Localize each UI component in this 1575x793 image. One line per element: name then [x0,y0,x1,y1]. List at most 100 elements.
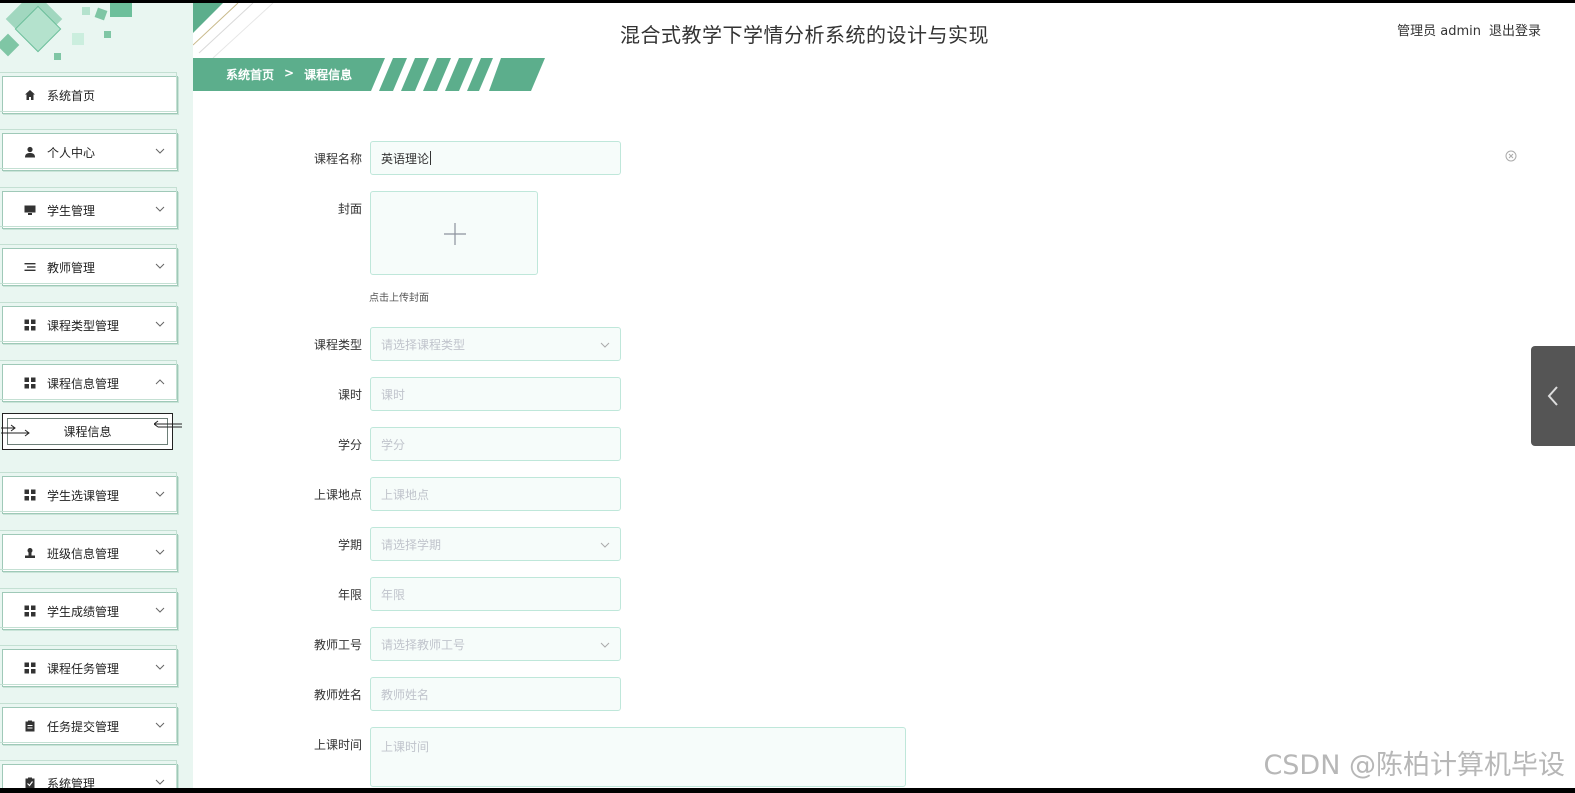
stamp-icon [23,546,37,560]
sidebar-item-label: 系统管理 [47,776,96,789]
sidebar-item-label: 学生选课管理 [47,488,120,503]
course-type-row: 课程类型 请选择课程类型 [300,327,621,361]
years-input[interactable]: 年限 [370,577,621,611]
sidebar-item-label: 学生管理 [47,203,96,218]
breadcrumb-separator: > [284,66,295,80]
plus-icon [444,223,466,245]
course-type-select[interactable]: 请选择课程类型 [370,327,621,361]
hours-label: 课时 [337,388,362,402]
credits-input[interactable]: 学分 [370,427,621,461]
term-placeholder: 请选择学期 [381,537,442,552]
home-icon [23,88,37,102]
sidebar-item-course-types[interactable]: 课程类型管理 [0,302,178,344]
hours-row: 课时 课时 [300,377,621,411]
course-name-row: 课程名称 英语理论 [300,141,621,175]
course-name-label: 课程名称 [313,152,362,166]
arrow-left-icon [154,420,182,428]
course-type-placeholder: 请选择课程类型 [381,337,466,352]
close-circle-icon[interactable] [1505,150,1517,162]
course-name-input[interactable]: 英语理论 [370,141,621,175]
grid-icon [23,318,37,332]
grid-icon [23,661,37,675]
sidebar-item-classes[interactable]: 班级信息管理 [0,530,178,572]
teacher-name-input[interactable]: 教师姓名 [370,677,621,711]
sidebar-item-label: 个人中心 [47,145,96,160]
years-placeholder: 年限 [381,587,406,602]
clipboard-icon [23,719,37,733]
sidebar-item-teachers[interactable]: 教师管理 [0,244,178,286]
term-label: 学期 [337,538,362,552]
sidebar-item-students[interactable]: 学生管理 [0,187,178,229]
sidebar-item-home[interactable]: 系统首页 [0,72,178,114]
list-icon [23,260,37,274]
hours-placeholder: 课时 [381,387,406,402]
sidebar-item-system[interactable]: 系统管理 [0,760,178,789]
teacher-id-row: 教师工号 请选择教师工号 [300,627,621,661]
term-row: 学期 请选择学期 [300,527,621,561]
sidebar-subitem-course-info[interactable]: 课程信息 [1,413,182,450]
class-time-placeholder: 上课时间 [381,740,430,754]
location-input[interactable]: 上课地点 [370,477,621,511]
course-name-value: 英语理论 [381,151,430,166]
breadcrumb-current: 课程信息 [304,68,353,82]
monitor-icon [23,203,37,217]
chevron-down-icon [155,722,165,728]
years-row: 年限 年限 [300,577,621,611]
teacher-id-label: 教师工号 [313,638,362,652]
grid-icon [23,604,37,618]
side-panel-toggle[interactable] [1531,346,1575,446]
sidebar-item-course-tasks[interactable]: 课程任务管理 [0,645,178,687]
hours-input[interactable]: 课时 [370,377,621,411]
location-placeholder: 上课地点 [381,487,430,502]
clipboard-check-icon [23,776,37,788]
sidebar-item-label: 任务提交管理 [47,719,120,734]
teacher-name-row: 教师姓名 教师姓名 [300,677,621,711]
sidebar-item-grades[interactable]: 学生成绩管理 [0,588,178,630]
user-label: 管理员 admin [1397,24,1481,39]
sidebar-item-label: 课程任务管理 [47,661,120,676]
years-label: 年限 [337,588,362,602]
credits-label: 学分 [337,438,362,452]
chevron-down-icon [600,342,610,348]
grid-icon [23,376,37,390]
class-time-label: 上课时间 [313,738,362,752]
header-decoration [193,3,274,58]
sidebar-item-label: 课程类型管理 [47,318,120,333]
chevron-down-icon [155,491,165,497]
sidebar-item-label: 课程信息管理 [47,376,120,391]
chevron-up-icon [155,379,165,385]
course-type-label: 课程类型 [313,338,362,352]
chevron-down-icon [600,542,610,548]
arrow-right-icon [1,424,30,437]
logout-link[interactable]: 退出登录 [1489,20,1541,39]
sidebar-item-task-submissions[interactable]: 任务提交管理 [0,703,178,745]
location-label: 上课地点 [313,488,362,502]
sidebar-item-course-info[interactable]: 课程信息管理 [0,360,178,402]
sidebar-item-course-selection[interactable]: 学生选课管理 [0,472,178,514]
chevron-down-icon [155,779,165,785]
app-window: 系统首页 个人中心 学生管理 教师管理 课程类型管理 课程信息管理 课程信息 学… [0,3,1575,788]
location-row: 上课地点 上课地点 [300,477,621,511]
class-time-textarea[interactable]: 上课时间 [370,727,906,787]
credits-row: 学分 学分 [300,427,621,461]
chevron-down-icon [600,642,610,648]
sidebar-subitem-label: 课程信息 [63,425,112,439]
breadcrumb: 系统首页 > 课程信息 [226,66,352,83]
breadcrumb-home[interactable]: 系统首页 [226,66,274,83]
teacher-name-label: 教师姓名 [313,688,362,702]
cover-upload[interactable] [370,191,538,275]
chevron-down-icon [155,549,165,555]
chevron-down-icon [155,664,165,670]
sidebar-item-label: 系统首页 [47,88,96,103]
chevron-down-icon [155,148,165,154]
term-select[interactable]: 请选择学期 [370,527,621,561]
user-area: 管理员 admin 退出登录 [1397,20,1541,39]
teacher-id-select[interactable]: 请选择教师工号 [370,627,621,661]
sidebar-item-personal-center[interactable]: 个人中心 [0,129,178,171]
chevron-left-icon [1547,386,1558,406]
cover-label: 封面 [337,202,362,216]
class-time-row: 上课时间 上课时间 [300,727,906,787]
chevron-down-icon [155,206,165,212]
teacher-name-placeholder: 教师姓名 [381,687,430,702]
sidebar-item-label: 班级信息管理 [47,546,120,561]
